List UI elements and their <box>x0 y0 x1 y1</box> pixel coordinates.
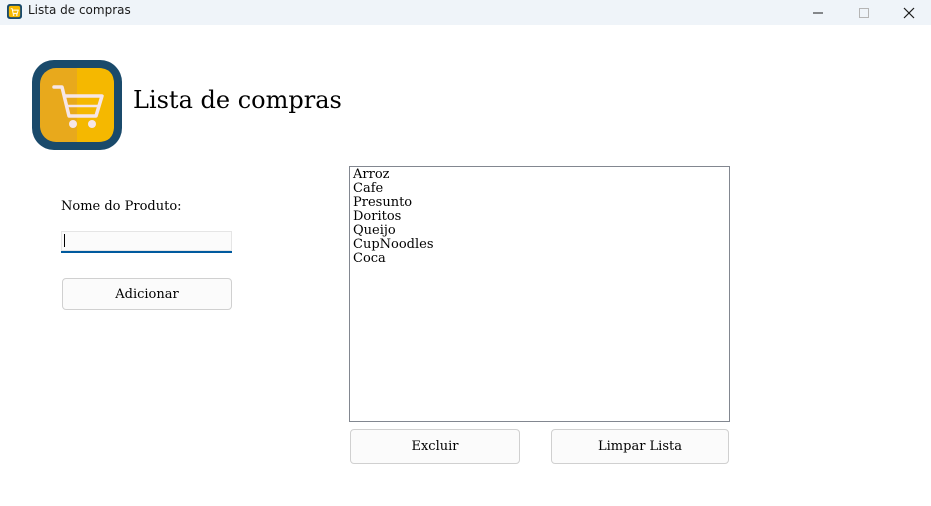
shopping-cart-icon <box>7 4 22 19</box>
add-button[interactable]: Adicionar <box>62 278 232 310</box>
product-name-label: Nome do Produto: <box>61 199 182 214</box>
window-title: Lista de compras <box>28 3 131 17</box>
maximize-button[interactable] <box>841 0 887 25</box>
title-bar[interactable]: Lista de compras <box>0 0 931 25</box>
list-item[interactable]: Arroz <box>353 168 726 182</box>
list-item[interactable]: Cafe <box>353 182 726 196</box>
text-caret <box>64 234 65 247</box>
minimize-button[interactable] <box>795 0 841 25</box>
close-button[interactable] <box>886 0 931 25</box>
list-item[interactable]: Coca <box>353 252 726 266</box>
app-window: Lista de compras Lista de compras Nome d <box>0 0 931 506</box>
product-name-input[interactable] <box>61 231 232 253</box>
list-item[interactable]: Presunto <box>353 196 726 210</box>
shopping-cart-logo-icon <box>32 60 122 150</box>
shopping-list[interactable]: Arroz Cafe Presunto Doritos Queijo CupNo… <box>349 166 730 422</box>
delete-button[interactable]: Excluir <box>350 429 520 464</box>
close-icon <box>903 7 915 18</box>
list-item[interactable]: Queijo <box>353 224 726 238</box>
clear-list-button[interactable]: Limpar Lista <box>551 429 729 464</box>
maximize-icon <box>859 7 869 18</box>
list-item[interactable]: CupNoodles <box>353 238 726 252</box>
list-item[interactable]: Doritos <box>353 210 726 224</box>
page-title: Lista de compras <box>133 86 342 114</box>
minimize-icon <box>813 12 823 13</box>
